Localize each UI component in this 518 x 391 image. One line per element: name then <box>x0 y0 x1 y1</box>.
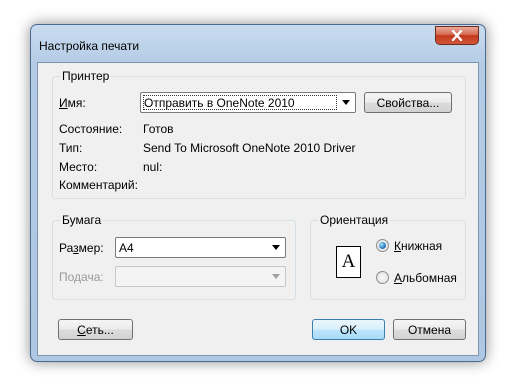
paper-group-label: Бумага <box>60 213 104 227</box>
paper-group: Бумага <box>52 213 296 300</box>
paper-source-label: Подача: <box>59 270 104 284</box>
status-label: Состояние: <box>59 122 123 136</box>
radio-selected-dot <box>379 242 386 249</box>
printer-name-label-text: мя: <box>67 96 86 110</box>
chevron-down-icon <box>272 274 280 279</box>
close-button[interactable] <box>435 26 479 45</box>
printer-group-label: Принтер <box>60 69 112 83</box>
chevron-down-icon <box>342 100 350 105</box>
where-value: nul: <box>143 160 163 174</box>
portrait-label[interactable]: Книжная <box>394 239 442 253</box>
portrait-label-text: нижная <box>401 239 443 253</box>
landscape-label-text: льбомная <box>402 271 457 285</box>
window-title: Настройка печати <box>39 39 140 53</box>
portrait-label-mnemonic: К <box>394 239 401 253</box>
printer-name-value: Отправить в OneNote 2010 <box>144 96 295 110</box>
landscape-label[interactable]: Альбомная <box>394 271 457 285</box>
network-button-text: еть... <box>85 322 114 337</box>
paper-size-value: A4 <box>119 241 134 255</box>
type-value: Send To Microsoft OneNote 2010 Driver <box>143 141 356 155</box>
network-button[interactable]: Сеть... <box>58 319 133 340</box>
orientation-group: Ориентация <box>310 213 466 300</box>
paper-size-label-text-a: Ра <box>59 241 74 255</box>
close-icon <box>451 30 463 41</box>
cancel-button[interactable]: Отмена <box>393 319 466 340</box>
printer-name-label-mnemonic: И <box>59 96 68 110</box>
printer-name-select[interactable]: Отправить в OneNote 2010 <box>140 92 356 113</box>
where-label: Место: <box>59 160 98 174</box>
page-orientation-letter: A <box>341 251 356 272</box>
paper-source-select[interactable] <box>115 266 286 287</box>
landscape-label-mnemonic: А <box>394 271 403 285</box>
dialog-body: Принтер Имя: Отправить в OneNote 2010 Св… <box>37 62 479 356</box>
status-value: Готов <box>143 122 174 136</box>
orientation-group-label: Ориентация <box>318 213 391 227</box>
page-orientation-icon: A <box>336 246 361 278</box>
paper-size-label: Размер: <box>59 241 104 255</box>
network-button-mnemonic: С <box>77 322 86 337</box>
ok-button[interactable]: OK <box>312 319 385 340</box>
chevron-down-icon <box>272 245 280 250</box>
type-label: Тип: <box>59 141 83 155</box>
paper-size-select[interactable]: A4 <box>115 237 286 258</box>
properties-button[interactable]: Свойства... <box>364 92 452 113</box>
print-setup-dialog: Настройка печати Принтер Имя: Отправить … <box>30 24 486 362</box>
printer-name-label: Имя: <box>59 96 86 110</box>
comment-label: Комментарий: <box>59 178 138 192</box>
paper-size-label-text-b: мер: <box>78 241 104 255</box>
landscape-radio[interactable] <box>376 271 389 284</box>
portrait-radio[interactable] <box>376 239 389 252</box>
